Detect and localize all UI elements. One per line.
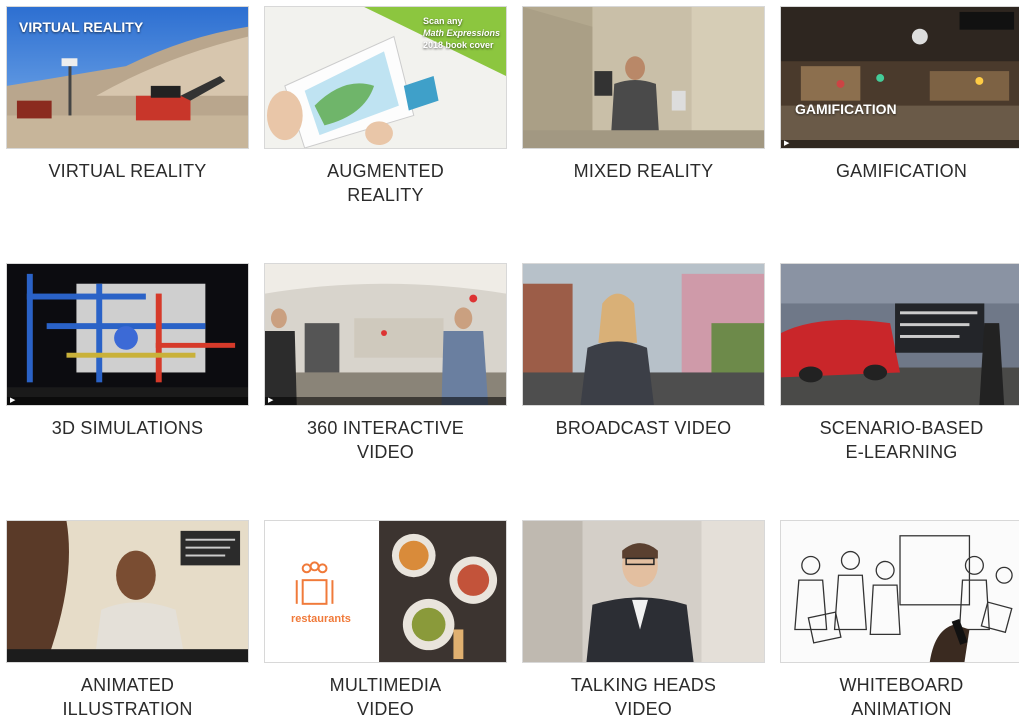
thumbnail-augmented-reality[interactable]: Scan any Math Expressions 2018 book cove…: [264, 6, 507, 149]
caption-animated-illustration: ANIMATED ILLUSTRATION: [62, 675, 193, 719]
thumbnail-talking-heads-video[interactable]: [522, 520, 765, 663]
card-augmented-reality[interactable]: Scan any Math Expressions 2018 book cove…: [264, 6, 507, 207]
thumbnail-broadcast-video[interactable]: [522, 263, 765, 406]
caption-virtual-reality: VIRTUAL REALITY: [48, 161, 207, 181]
caption-broadcast-video: BROADCAST VIDEO: [555, 418, 732, 438]
mixed-reality-scene-image: [523, 7, 764, 148]
caption-360-interactive-video: 360 INTERACTIVE VIDEO: [306, 418, 465, 462]
card-talking-heads-video[interactable]: TALKING HEADS VIDEO: [522, 520, 765, 721]
whiteboard-scene-image: [781, 521, 1019, 662]
card-mixed-reality[interactable]: MIXED REALITY: [522, 6, 765, 183]
caption-scenario-based-elearning: SCENARIO-BASED E-LEARNING: [819, 418, 984, 462]
thumbnail-multimedia-video[interactable]: restaurants: [264, 520, 507, 663]
thumbnail-scenario-based-elearning[interactable]: [780, 263, 1019, 406]
caption-whiteboard-animation: WHITEBOARD ANIMATION: [839, 675, 964, 719]
gamification-scene-image: [781, 7, 1019, 148]
vr-overlay-title: VIRTUAL REALITY: [19, 19, 144, 35]
card-multimedia-video[interactable]: restaurants MULTIMEDIA VIDEO: [264, 520, 507, 721]
thumbnail-animated-illustration[interactable]: [6, 520, 249, 663]
card-3d-simulations[interactable]: ▶ 3D SIMULATIONS: [6, 263, 249, 440]
card-scenario-based-elearning[interactable]: SCENARIO-BASED E-LEARNING: [780, 263, 1019, 464]
scenario-scene-image: [781, 264, 1019, 405]
thumbnail-360-interactive-video[interactable]: ▶: [264, 263, 507, 406]
caption-multimedia-video: MULTIMEDIA VIDEO: [329, 675, 442, 719]
card-virtual-reality[interactable]: VIRTUAL REALITY VIRTUAL REALITY: [6, 6, 249, 183]
broadcast-scene-image: [523, 264, 764, 405]
ar-overlay-line-3: 2018 book cover: [422, 40, 494, 50]
multimedia-scene-image: [265, 521, 506, 662]
play-icon[interactable]: ▶: [10, 397, 15, 404]
card-animated-illustration[interactable]: ANIMATED ILLUSTRATION: [6, 520, 249, 721]
caption-3d-simulations: 3D SIMULATIONS: [51, 418, 204, 438]
caption-gamification: GAMIFICATION: [835, 161, 968, 181]
talking-heads-scene-image: [523, 521, 764, 662]
caption-augmented-reality: AUGMENTED REALITY: [327, 161, 444, 205]
video-progress-bar[interactable]: ▶: [265, 397, 506, 405]
thumbnail-virtual-reality[interactable]: VIRTUAL REALITY: [6, 6, 249, 149]
card-whiteboard-animation[interactable]: WHITEBOARD ANIMATION: [780, 520, 1019, 721]
thumbnail-whiteboard-animation[interactable]: [780, 520, 1019, 663]
video-progress-bar[interactable]: ▶: [781, 140, 1019, 148]
360-video-scene-image: [265, 264, 506, 405]
animated-illustration-scene-image: [7, 521, 248, 662]
card-gamification[interactable]: GAMIFICATION ▶ GAMIFICATION: [780, 6, 1019, 183]
caption-mixed-reality: MIXED REALITY: [573, 161, 714, 181]
caption-talking-heads-video: TALKING HEADS VIDEO: [570, 675, 717, 719]
card-broadcast-video[interactable]: BROADCAST VIDEO: [522, 263, 765, 440]
ar-overlay-line-1: Scan any: [422, 16, 463, 26]
thumbnail-mixed-reality[interactable]: [522, 6, 765, 149]
3d-simulation-scene-image: [7, 264, 248, 405]
ar-overlay-line-2: Math Expressions: [422, 28, 500, 38]
video-progress-bar[interactable]: ▶: [7, 397, 248, 405]
multimedia-overlay-label: restaurants: [291, 613, 351, 625]
card-360-interactive-video[interactable]: ▶ 360 INTERACTIVE VIDEO: [264, 263, 507, 464]
play-icon[interactable]: ▶: [784, 140, 789, 147]
thumbnail-3d-simulations[interactable]: ▶: [6, 263, 249, 406]
gamification-overlay-title: GAMIFICATION: [795, 101, 897, 117]
play-icon[interactable]: ▶: [268, 397, 273, 404]
thumbnail-gamification[interactable]: GAMIFICATION ▶: [780, 6, 1019, 149]
ar-overlay-text: Scan any Math Expressions 2018 book cove…: [423, 15, 500, 51]
